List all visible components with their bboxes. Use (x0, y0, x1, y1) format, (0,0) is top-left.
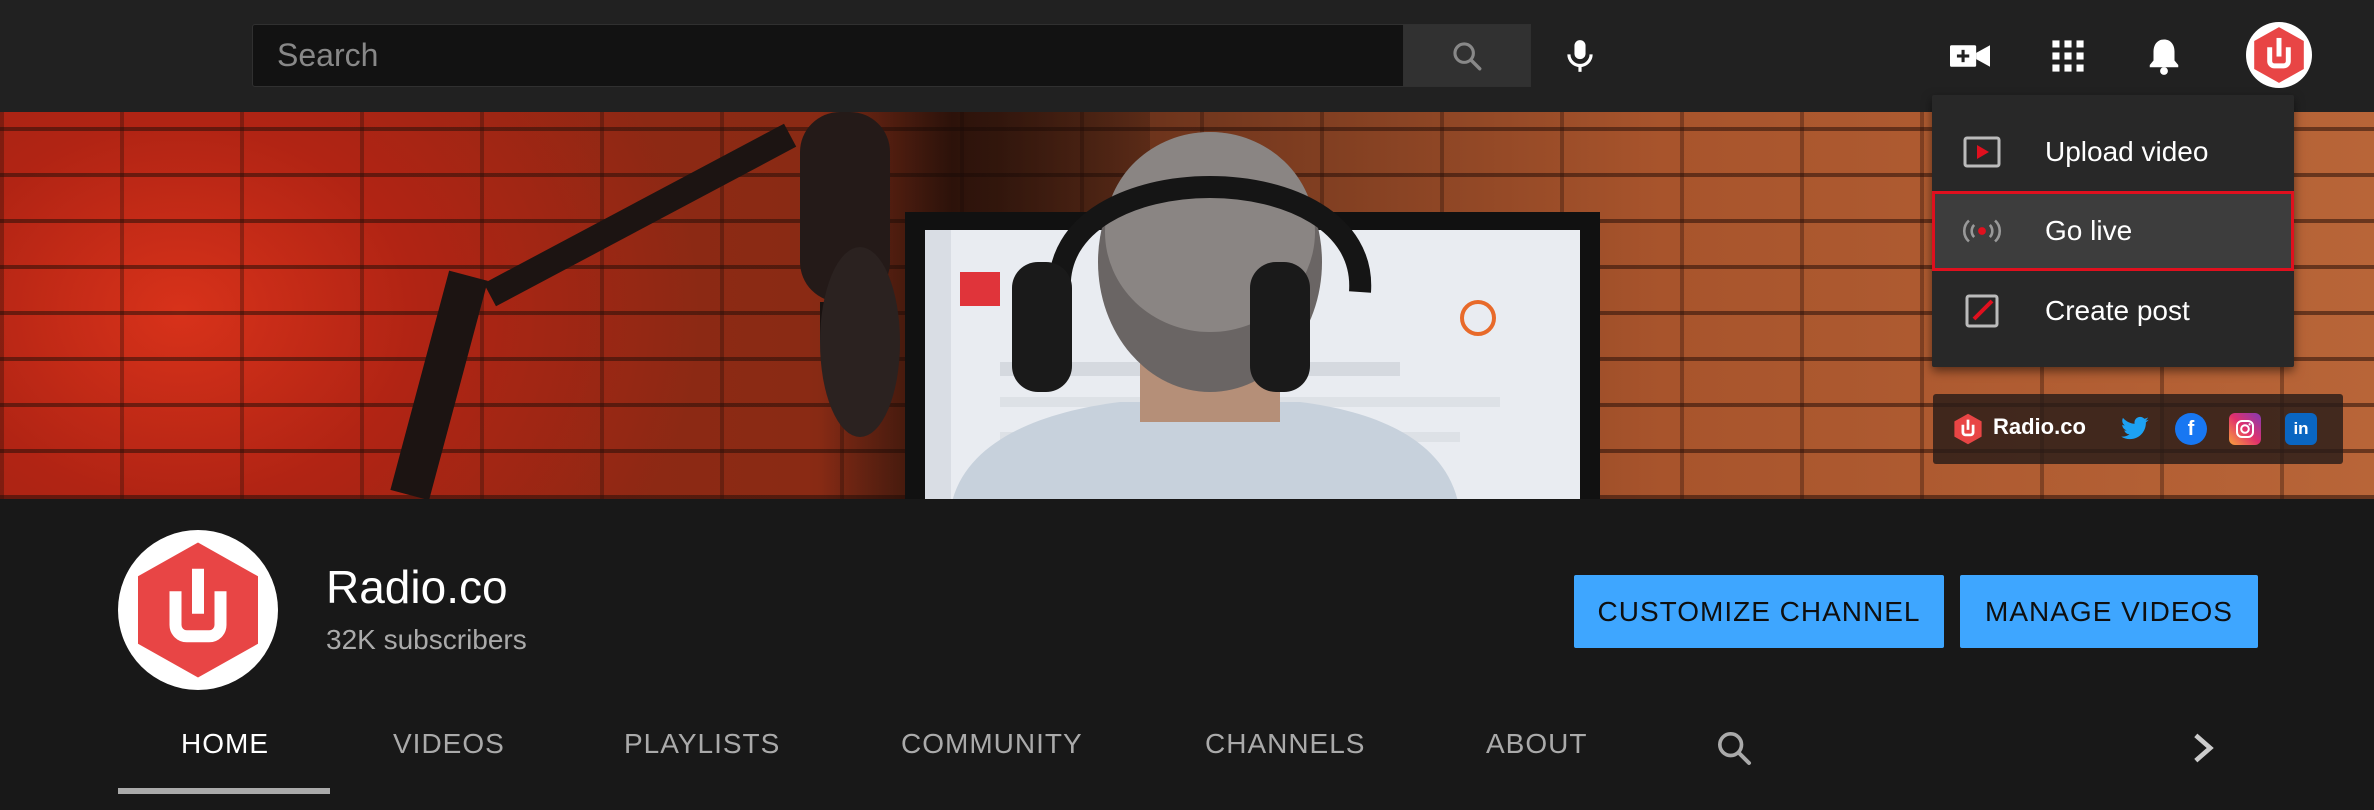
instagram-icon[interactable] (2229, 413, 2261, 445)
subscriber-count: 32K subscribers (326, 624, 527, 655)
bell-icon (2149, 39, 2179, 75)
menu-item-go-live[interactable]: Go live (1932, 191, 2294, 271)
manage-videos-button[interactable]: MANAGE VIDEOS (1960, 575, 2258, 648)
tab-community[interactable]: COMMUNITY (901, 728, 1083, 760)
search-button[interactable] (1403, 24, 1531, 87)
mic-icon (1566, 39, 1593, 72)
tab-about[interactable]: ABOUT (1486, 728, 1587, 760)
search-input[interactable] (277, 25, 1377, 86)
apps-grid-icon (2052, 40, 2084, 72)
radio-co-avatar (2254, 27, 2304, 83)
active-tab-indicator (118, 788, 330, 794)
menu-item-upload-video[interactable]: Upload video (1932, 112, 2294, 192)
create-video-icon (1950, 45, 1990, 67)
tab-playlists[interactable]: PLAYLISTS (624, 728, 780, 760)
channel-avatar[interactable] (118, 530, 278, 690)
apps-button[interactable] (2036, 24, 2100, 88)
facebook-icon[interactable]: f (2175, 413, 2207, 445)
tab-home[interactable]: HOME (181, 728, 269, 760)
go-live-icon (1962, 213, 2002, 249)
channel-name: Radio.co (326, 561, 508, 613)
banner-social-links: Radio.co f in (1933, 394, 2343, 464)
tabs-scroll-right-button[interactable] (2190, 730, 2216, 771)
create-post-icon (1962, 293, 2002, 329)
search-box[interactable] (252, 24, 1404, 87)
linkedin-icon[interactable]: in (2285, 413, 2317, 445)
radio-co-logo-icon (1954, 413, 1982, 445)
microphone-arm-graphic (390, 112, 900, 499)
tab-videos[interactable]: VIDEOS (393, 728, 505, 760)
menu-item-label: Upload video (2045, 136, 2209, 167)
notifications-button[interactable] (2132, 24, 2196, 88)
create-dropdown-menu: Upload video Go live Create post (1932, 95, 2294, 367)
banner-brand-text: Radio.co (1993, 414, 2086, 439)
create-button[interactable] (1938, 24, 2002, 88)
customize-channel-button[interactable]: CUSTOMIZE CHANNEL (1574, 575, 1944, 648)
search-icon (1453, 41, 1482, 70)
search-icon (1718, 732, 1751, 765)
radio-co-logo-icon (138, 542, 258, 678)
account-avatar-button[interactable] (2246, 22, 2312, 88)
channel-search-button[interactable] (1714, 728, 1754, 773)
menu-item-label: Create post (2045, 295, 2190, 326)
chevron-right-icon (2194, 733, 2214, 763)
voice-search-button[interactable] (1548, 24, 1611, 87)
twitter-icon[interactable] (2119, 413, 2151, 445)
upload-video-icon (1962, 134, 2002, 170)
menu-item-create-post[interactable]: Create post (1932, 271, 2294, 351)
menu-item-label: Go live (2045, 215, 2133, 246)
tab-channels[interactable]: CHANNELS (1205, 728, 1365, 760)
